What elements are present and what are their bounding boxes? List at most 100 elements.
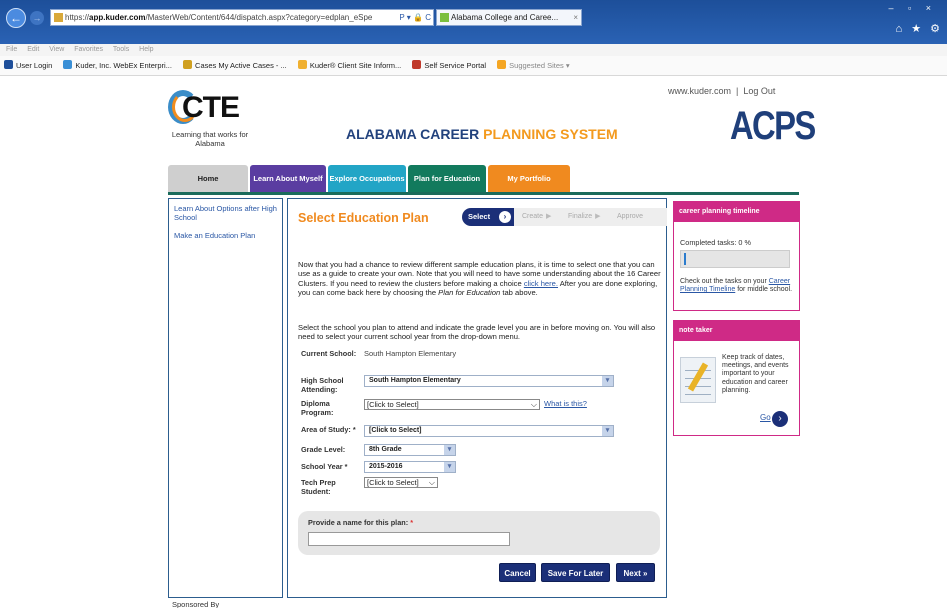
favorite-icon (412, 60, 422, 69)
menu-view[interactable]: View (49, 46, 64, 53)
favorite-icon (183, 60, 193, 69)
chevron-down-icon: ▾ (602, 376, 613, 386)
diploma-select[interactable]: [Click to Select] ⌵ (364, 399, 540, 410)
kuder-link[interactable]: www.kuder.com (668, 86, 731, 96)
back-button[interactable]: ← (6, 8, 26, 28)
clusters-link[interactable]: click here. (524, 279, 558, 288)
go-link[interactable]: Go (760, 413, 771, 422)
acps-logo: ACPS (730, 104, 816, 148)
chevron-right-icon: › (499, 211, 511, 223)
grade-level-label: Grade Level: (301, 445, 346, 454)
intro-text: Now that you had a chance to review diff… (298, 260, 661, 298)
tab-plan-for-education[interactable]: Plan for Education (408, 165, 486, 192)
high-school-label: High School Attending: (301, 376, 344, 394)
favorites-bar: User Login Kuder, Inc. WebEx Enterpri...… (0, 56, 947, 76)
favorite-icon (4, 60, 13, 69)
favorite-cases[interactable]: Cases My Active Cases - ... (183, 56, 287, 76)
site-title: ALABAMA CAREER PLANNING SYSTEM (346, 126, 618, 142)
forward-button[interactable]: → (30, 11, 44, 25)
tab-my-portfolio[interactable]: My Portfolio (488, 165, 570, 192)
pencil-icon (687, 362, 709, 392)
toolbar-icons[interactable]: ⌂ ★ ⚙ (896, 22, 943, 35)
instructions-text: Select the school you plan to attend and… (298, 323, 656, 342)
step-select: Select › (462, 208, 514, 226)
step-create: Create ▶ (522, 213, 552, 220)
notepad-icon (680, 357, 716, 403)
page-title: Select Education Plan (298, 211, 429, 225)
plan-name-input[interactable] (308, 532, 510, 546)
nav-divider (168, 192, 799, 195)
tab-learn-about-myself[interactable]: Learn About Myself (250, 165, 326, 192)
tab-close-icon[interactable]: × (573, 10, 578, 25)
tech-prep-select[interactable]: [Click to Select] ⌵ (364, 477, 438, 488)
address-bar[interactable]: https://app.kuder.com/MasterWeb/Content/… (50, 9, 434, 26)
current-school-label: Current School: (301, 349, 357, 358)
menu-edit[interactable]: Edit (27, 46, 39, 53)
area-of-study-select[interactable]: [Click to Select] ▾ (364, 425, 614, 437)
favorite-kuder-client[interactable]: Kuder® Client Site Inform... (297, 56, 401, 76)
chevron-down-icon: ⌵ (428, 478, 435, 487)
high-school-select[interactable]: South Hampton Elementary ▾ (364, 375, 614, 387)
school-year-label: School Year * (301, 462, 348, 471)
area-of-study-label: Area of Study: * (301, 425, 356, 434)
next-button[interactable]: Next » (616, 563, 655, 582)
note-taker-widget: note taker Keep track of dates, meetings… (673, 320, 800, 436)
chevron-down-icon: ▾ (602, 426, 613, 436)
tech-prep-label: Tech Prep Student: (301, 478, 336, 496)
sidebar-item-education-plan[interactable]: Make an Education Plan (174, 231, 277, 240)
address-bar-controls[interactable]: P ▾ 🔒 C (399, 10, 431, 25)
timeline-header: career planning timeline (674, 202, 799, 222)
window-controls[interactable]: – ▫ × (889, 3, 937, 13)
left-sidebar: Learn About Options after High School Ma… (168, 198, 283, 598)
sidebar-item-options-after-hs[interactable]: Learn About Options after High School (174, 204, 277, 222)
tab-home[interactable]: Home (168, 165, 248, 192)
tab-favicon (440, 13, 449, 22)
grade-level-select[interactable]: 8th Grade ▾ (364, 444, 456, 456)
diploma-label: Diploma Program: (301, 399, 334, 417)
plan-name-box: Provide a name for this plan: * (298, 511, 660, 555)
completed-tasks: Completed tasks: 0 % (680, 238, 751, 247)
timeline-text: Check out the tasks on your Career Plann… (680, 278, 793, 294)
favorite-icon (497, 60, 507, 69)
favorite-user-login[interactable]: User Login (4, 56, 52, 76)
chevron-down-icon: ⌵ (530, 400, 537, 409)
progress-bar-fill (684, 253, 686, 265)
favorite-self-service[interactable]: Self Service Portal (412, 56, 486, 76)
favorite-suggested-sites[interactable]: Suggested Sites ▾ (497, 56, 570, 76)
save-for-later-button[interactable]: Save For Later (541, 563, 610, 582)
menu-help[interactable]: Help (139, 46, 153, 53)
favorite-icon (63, 60, 73, 69)
main-panel: Select Education Plan Select › Create ▶ Fi… (287, 198, 667, 598)
note-taker-header: note taker (674, 321, 799, 341)
arrow-right-icon: ▶ (546, 213, 552, 220)
career-planning-timeline-widget: career planning timeline Completed tasks… (673, 201, 800, 311)
cancel-button[interactable]: Cancel (499, 563, 536, 582)
school-year-select[interactable]: 2015-2016 ▾ (364, 461, 456, 473)
menu-file[interactable]: File (6, 46, 17, 53)
step-approve: Approve (617, 213, 644, 220)
site-favicon (54, 13, 63, 22)
step-finalize: Finalize ▶ (568, 213, 601, 220)
progress-bar (680, 250, 790, 268)
logout-link[interactable]: Log Out (743, 86, 775, 96)
cte-logo: CTE Learning that works for Alabama (168, 90, 258, 152)
menu-favorites[interactable]: Favorites (74, 46, 103, 53)
header-links: www.kuder.com | Log Out (668, 86, 776, 96)
browser-tab[interactable]: Alabama College and Caree... × (436, 9, 582, 26)
plan-name-label: Provide a name for this plan: * (308, 518, 414, 527)
chevron-down-icon: ▾ (444, 445, 455, 455)
note-taker-text: Keep track of dates, meetings, and event… (722, 354, 789, 394)
favorite-webex[interactable]: Kuder, Inc. WebEx Enterpri... (63, 56, 172, 76)
arrow-right-icon: ▶ (595, 213, 601, 220)
current-school-value: South Hampton Elementary (364, 349, 457, 358)
favorite-icon (297, 60, 307, 69)
menu-bar: File Edit View Favorites Tools Help (0, 44, 947, 56)
go-arrow-icon[interactable]: › (772, 411, 788, 427)
menu-tools[interactable]: Tools (113, 46, 129, 53)
browser-toolbar: ← → https://app.kuder.com/MasterWeb/Cont… (0, 0, 947, 44)
cte-tagline: Learning that works for Alabama (171, 130, 249, 148)
tab-explore-occupations[interactable]: Explore Occupations (328, 165, 406, 192)
what-is-this-link[interactable]: What is this? (544, 399, 587, 408)
sponsored-by: Sponsored By (172, 600, 220, 608)
chevron-down-icon: ▾ (444, 462, 455, 472)
